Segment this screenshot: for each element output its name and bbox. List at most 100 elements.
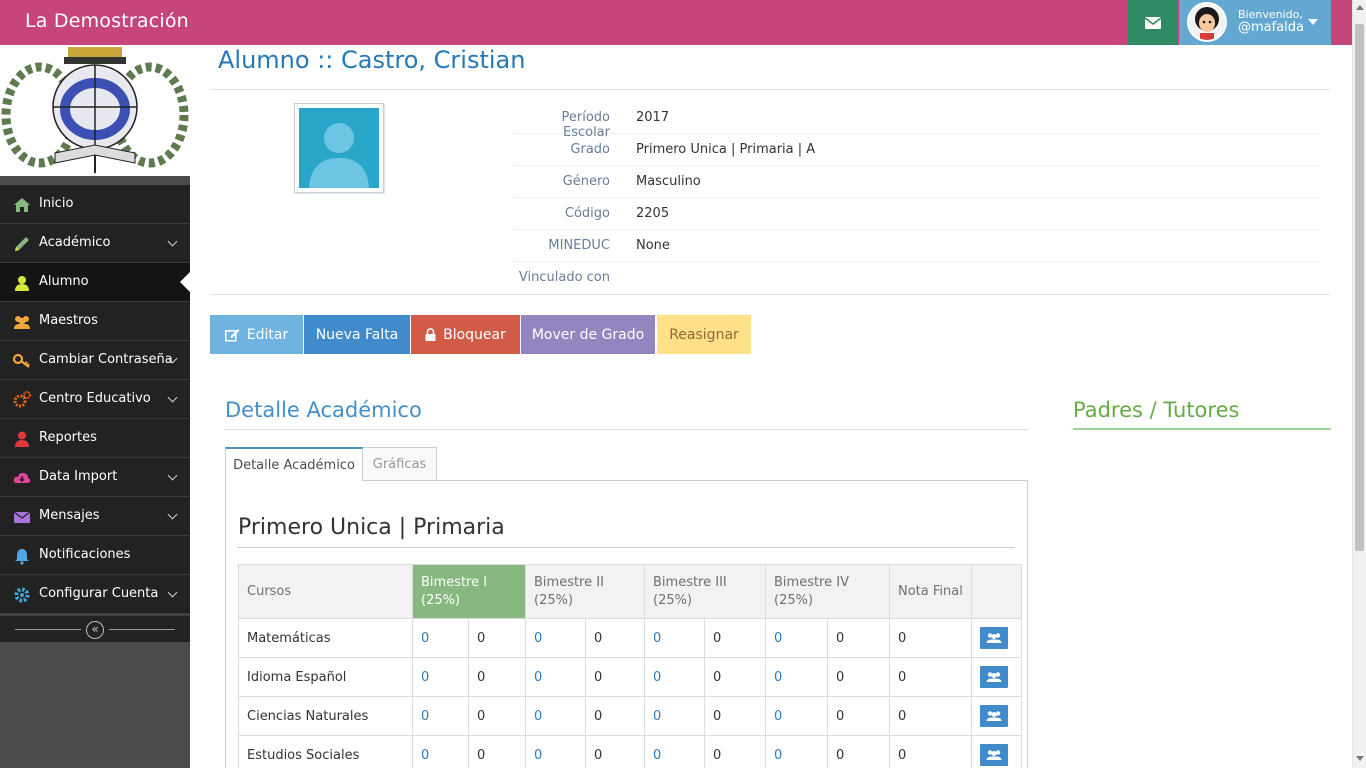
grade-link[interactable]: 0 (644, 735, 705, 768)
chevron-down-icon (167, 470, 178, 481)
grade-value: 0 (585, 735, 645, 768)
sidebar-item-inicio[interactable]: Inicio (0, 185, 190, 224)
grade-value: 0 (827, 735, 890, 768)
info-value: Primero Unica | Primaria | A (636, 142, 816, 157)
grade-link[interactable]: 0 (644, 696, 705, 736)
profile-picture[interactable] (294, 103, 384, 193)
info-value: 2205 (636, 206, 670, 221)
sidebar-item-label: Inicio (39, 196, 74, 211)
cloud-download-icon (13, 472, 31, 483)
col-header-bimestre-1[interactable]: Bimestre I (25%) (412, 564, 526, 619)
grade-link[interactable]: 0 (765, 618, 828, 658)
grade-link[interactable]: 0 (644, 618, 705, 658)
divider (15, 629, 81, 630)
grade-link[interactable]: 0 (765, 696, 828, 736)
school-logo (0, 45, 190, 176)
grade-link[interactable]: 0 (525, 657, 586, 697)
tab-charts[interactable]: Gráficas (362, 447, 437, 481)
grade-value: 0 (468, 657, 526, 697)
group-icon (14, 316, 30, 329)
sidebar-item-mensajes[interactable]: Mensajes (0, 497, 190, 536)
table-row: Idioma Español 0 0 0 0 0 0 0 0 0 (238, 657, 1022, 697)
group-icon[interactable] (979, 744, 1008, 766)
grade-value: 0 (827, 696, 890, 736)
col-header-weight: (25%) (653, 592, 693, 608)
sidebar-item-notificaciones[interactable]: Notificaciones (0, 536, 190, 575)
final-grade: 0 (889, 618, 972, 658)
grade-value: 0 (704, 696, 766, 736)
grade-link[interactable]: 0 (412, 657, 469, 697)
grade-link[interactable]: 0 (412, 618, 469, 658)
grade-value: 0 (827, 618, 890, 658)
move-grade-button[interactable]: Mover de Grado (521, 315, 655, 354)
table-row: Matemáticas 0 0 0 0 0 0 0 0 0 (238, 618, 1022, 658)
grade-link[interactable]: 0 (525, 618, 586, 658)
grade-link[interactable]: 0 (765, 735, 828, 768)
grade-value: 0 (704, 735, 766, 768)
sidebar-item-alumno[interactable]: Alumno (0, 263, 190, 302)
grade-link[interactable]: 0 (412, 696, 469, 736)
sidebar-item-academico[interactable]: Académico (0, 224, 190, 263)
block-button-label: Bloquear (443, 326, 506, 343)
page-title: Alumno :: Castro, Cristian (218, 46, 526, 74)
group-icon[interactable] (979, 666, 1008, 688)
user-menu[interactable]: Bienvenido, @mafalda (1179, 0, 1331, 45)
grade-link[interactable]: 0 (525, 735, 586, 768)
sidebar-collapse-bar: « (0, 615, 190, 642)
sidebar-item-cambiar-contrasena[interactable]: Cambiar Contraseña (0, 341, 190, 380)
scroll-up-arrow-icon[interactable] (1356, 5, 1364, 10)
envelope-icon (1145, 16, 1161, 29)
edit-button[interactable]: Editar (210, 315, 303, 354)
grade-link[interactable]: 0 (525, 696, 586, 736)
final-grade: 0 (889, 735, 972, 768)
col-header-bimestre-4[interactable]: Bimestre IV (25%) (765, 564, 890, 619)
group-icon[interactable] (979, 705, 1008, 727)
grade-value: 0 (468, 618, 526, 658)
col-header-bimestre-3[interactable]: Bimestre III (25%) (644, 564, 766, 619)
edit-icon (224, 328, 240, 342)
col-header-courses: Cursos (238, 564, 413, 619)
move-grade-button-label: Mover de Grado (531, 326, 645, 343)
info-label: MINEDUC (548, 238, 610, 253)
table-row: Estudios Sociales 0 0 0 0 0 0 0 0 0 (238, 735, 1022, 768)
page-scrollbar[interactable] (1352, 0, 1366, 768)
grade-value: 0 (468, 735, 526, 768)
info-label: Grado (570, 142, 610, 157)
sidebar-item-label: Notificaciones (39, 547, 131, 562)
reassign-button[interactable]: Reasignar (657, 315, 751, 354)
sidebar-item-label: Mensajes (39, 508, 100, 523)
final-grade: 0 (889, 696, 972, 736)
grade-link[interactable]: 0 (412, 735, 469, 768)
grade-link[interactable]: 0 (765, 657, 828, 697)
info-row-genero: Género Masculino (512, 166, 1320, 198)
grade-value: 0 (585, 618, 645, 658)
user-icon (15, 276, 29, 291)
messages-button[interactable] (1128, 0, 1178, 45)
course-name: Idioma Español (238, 657, 413, 697)
sidebar-item-centro-educativo[interactable]: Centro Educativo (0, 380, 190, 419)
academic-detail-heading: Detalle Académico (225, 398, 422, 422)
block-button[interactable]: Bloquear (411, 315, 520, 354)
group-icon[interactable] (979, 627, 1008, 649)
avatar (1187, 2, 1227, 42)
scroll-down-arrow-icon[interactable] (1356, 756, 1364, 761)
sidebar-item-data-import[interactable]: Data Import (0, 458, 190, 497)
tab-academic-detail[interactable]: Detalle Académico (225, 447, 363, 481)
col-header-actions (970, 564, 1022, 619)
scroll-thumb[interactable] (1355, 24, 1364, 551)
col-header-final: Nota Final (889, 564, 972, 619)
grade-value: 0 (704, 657, 766, 697)
sidebar-item-maestros[interactable]: Maestros (0, 302, 190, 341)
caret-down-icon (1308, 19, 1318, 25)
grade-link[interactable]: 0 (644, 657, 705, 697)
sidebar-item-reportes[interactable]: Reportes (0, 419, 190, 458)
divider (210, 294, 1330, 295)
sidebar-item-configurar-cuenta[interactable]: Configurar Cuenta (0, 575, 190, 614)
new-absence-button[interactable]: Nueva Falta (304, 315, 410, 354)
divider (225, 429, 1028, 430)
brand-title[interactable]: La Demostración (25, 10, 189, 32)
col-header-bimestre-2[interactable]: Bimestre II (25%) (525, 564, 645, 619)
sidebar-item-label: Maestros (39, 313, 98, 328)
key-icon (13, 353, 30, 368)
collapse-sidebar-icon[interactable]: « (86, 621, 104, 639)
